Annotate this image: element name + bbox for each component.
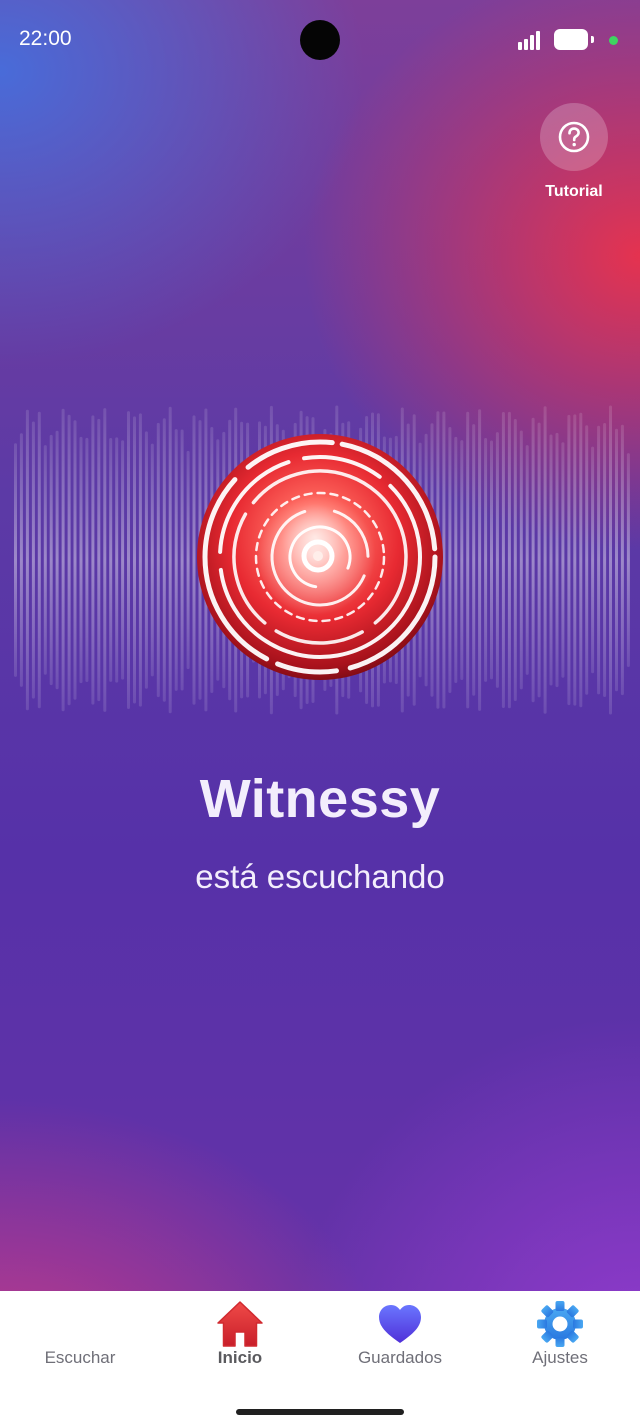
wave-bar <box>448 427 452 693</box>
wave-bar <box>460 440 464 680</box>
wave-bar <box>549 434 553 686</box>
wave-bar <box>615 428 618 692</box>
wave-bar <box>79 436 83 684</box>
wave-bar <box>37 411 41 709</box>
nav-label-ajustes: Ajustes <box>532 1348 588 1367</box>
nav-item-escuchar[interactable]: Escuchar <box>0 1291 160 1391</box>
signal-icon <box>518 30 546 50</box>
wave-bar <box>91 415 95 705</box>
wave-bar <box>579 412 583 708</box>
wave-bar <box>55 430 59 690</box>
wave-bar <box>115 437 119 683</box>
wave-bar <box>85 437 89 682</box>
wave-bar <box>626 453 630 667</box>
wave-bar <box>585 425 589 695</box>
listening-status: está escuchando <box>195 858 445 895</box>
app-name: Witnessy <box>199 769 441 829</box>
wave-bar <box>31 421 35 699</box>
wave-bar <box>478 409 482 711</box>
front-camera <box>300 20 340 60</box>
wave-bar <box>144 431 148 689</box>
wave-bar <box>507 411 511 709</box>
wave-bar <box>150 443 154 677</box>
wave-bar <box>555 432 559 688</box>
nav-label-guardados: Guardados <box>357 1348 443 1367</box>
wave-bar <box>121 440 125 680</box>
wave-bar <box>168 406 172 714</box>
wave-bar <box>513 419 517 701</box>
wave-bar <box>174 429 178 691</box>
wave-bar <box>127 411 130 709</box>
wave-bar <box>156 422 160 698</box>
app-screen: 22:00 Tutorial Witnessy está escuchando … <box>0 0 640 1422</box>
wave-bar <box>14 443 17 677</box>
status-time: 22:00 <box>19 27 72 50</box>
status-bar: 22:00 <box>0 0 640 80</box>
wave-bar <box>133 416 136 704</box>
wave-bar <box>525 445 529 675</box>
gear-icon <box>537 1301 583 1347</box>
wave-bar <box>603 423 607 697</box>
nav-item-guardados[interactable]: Guardados <box>320 1291 480 1391</box>
wave-bar <box>573 414 577 706</box>
wave-bar <box>495 432 499 688</box>
battery-icon <box>554 29 594 50</box>
wave-bar <box>43 445 47 675</box>
wave-bar <box>73 420 77 700</box>
nav-label-escuchar: Escuchar <box>44 1348 116 1367</box>
nav-item-ajustes[interactable]: Ajustes <box>480 1291 640 1391</box>
wave-bar <box>109 438 113 682</box>
wave-bar <box>484 438 488 682</box>
wave-bar <box>490 440 493 680</box>
wave-bar <box>186 450 190 670</box>
tutorial-label: Tutorial <box>545 183 603 200</box>
help-circle-icon <box>540 103 608 171</box>
listening-orb-icon[interactable] <box>196 433 444 681</box>
wave-bar <box>543 406 547 714</box>
wave-bar <box>466 411 470 709</box>
wave-bar <box>567 414 571 706</box>
wave-bar <box>25 409 29 711</box>
wave-bar <box>138 413 142 707</box>
wave-bar <box>180 429 184 691</box>
wave-bar <box>609 405 612 715</box>
wave-bar <box>519 430 523 690</box>
wave-bar <box>19 433 23 687</box>
wave-bar <box>597 425 601 695</box>
wave-bar <box>537 422 541 698</box>
wave-bar <box>561 442 565 678</box>
wave-bar <box>97 418 101 702</box>
soundwave-icon <box>57 1301 101 1347</box>
wave-bar <box>472 424 476 696</box>
wave-bar <box>61 408 65 712</box>
wave-bar <box>162 418 166 702</box>
wave-bar <box>103 408 107 712</box>
wave-bar <box>67 414 71 706</box>
wave-bar <box>620 424 624 696</box>
nav-item-inicio[interactable]: Inicio <box>160 1291 320 1391</box>
privacy-dot-icon <box>609 36 618 45</box>
home-icon <box>217 1301 263 1347</box>
nav-label-inicio: Inicio <box>217 1348 263 1367</box>
bottom-navigation: Escuchar Inicio Guardados Ajustes <box>0 1291 640 1422</box>
heart-icon <box>379 1305 421 1343</box>
wave-bar <box>591 446 595 674</box>
wave-bar <box>531 417 535 703</box>
wave-bar <box>49 434 53 686</box>
wave-bar <box>454 436 458 683</box>
home-indicator <box>236 1409 404 1415</box>
tutorial-button[interactable]: Tutorial <box>540 103 608 200</box>
wave-bar <box>501 412 505 708</box>
